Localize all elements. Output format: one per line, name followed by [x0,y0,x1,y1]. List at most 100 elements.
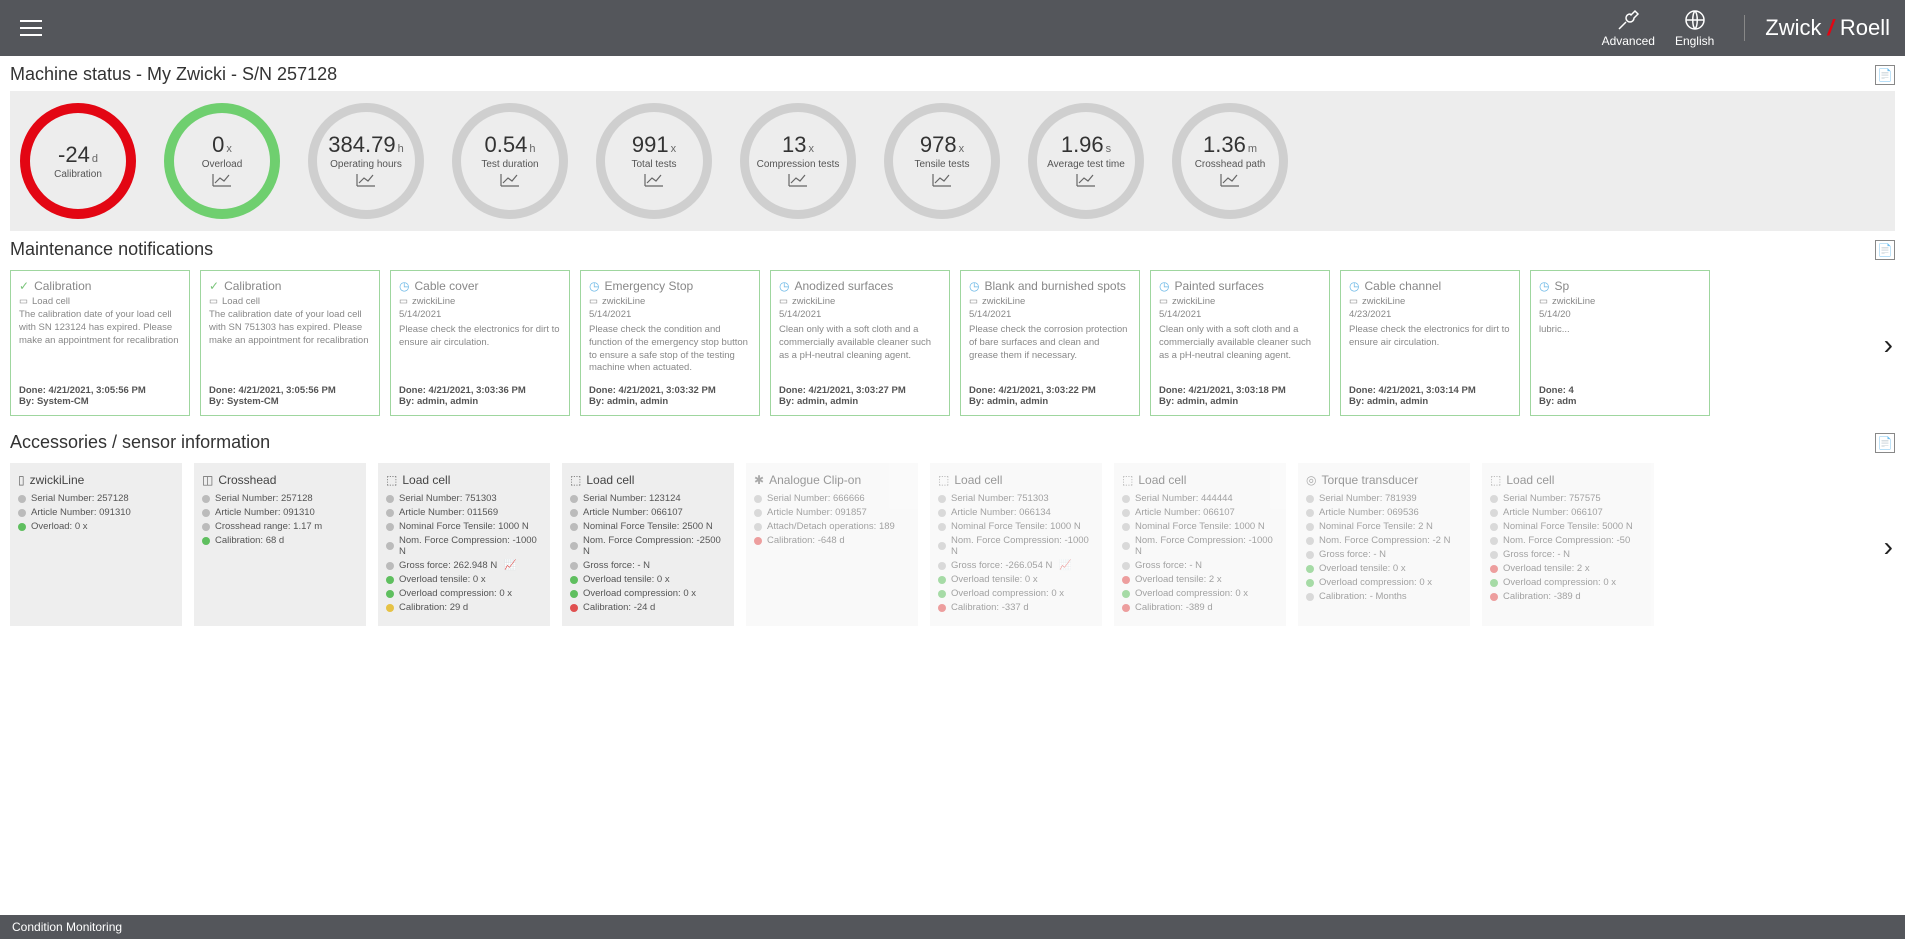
notifications-row: ✓Calibration▭Load cellThe calibration da… [10,266,1895,424]
gauge-total-tests[interactable]: 991xTotal tests [596,103,712,219]
logo: Zwick / Roell [1744,15,1890,41]
accessories-next-button[interactable]: › [1884,531,1893,563]
status-dot [386,562,394,570]
status-dot [18,495,26,503]
status-dot [754,495,762,503]
accessory-row: Calibration: -389 d [1122,602,1278,613]
status-dot [1306,495,1314,503]
accessory-row: Overload compression: 0 x [1306,577,1462,588]
accessory-row: Overload tensile: 2 x [1122,574,1278,585]
accessory-row: Overload compression: 0 x [1490,577,1646,588]
clock-icon: ◷ [1159,279,1169,293]
accessory-card[interactable]: ▯zwickiLineSerial Number: 257128Article … [10,463,182,626]
clock-icon: ◷ [1349,279,1359,293]
status-dot [570,495,578,503]
accessory-row: Calibration: 68 d [202,535,358,546]
accessory-row: Serial Number: 444444 [1122,493,1278,504]
menu-button[interactable] [15,10,47,46]
status-dot [1122,542,1130,550]
logo-right: Roell [1840,15,1890,40]
accessory-row: Article Number: 091310 [18,507,174,518]
accessory-card[interactable]: ⬚Load cellSerial Number: 751303Article N… [378,463,550,626]
gauge-tensile-tests[interactable]: 978xTensile tests [884,103,1000,219]
status-dot [1306,593,1314,601]
gauge-crosshead-path[interactable]: 1.36mCrosshead path [1172,103,1288,219]
accessory-card[interactable]: ⬚Load cellSerial Number: 444444Article N… [1114,463,1286,626]
advanced-button[interactable]: Advanced [1602,8,1655,48]
language-button[interactable]: English [1675,8,1714,48]
accessory-card[interactable]: ⬚Load cellSerial Number: 751303Article N… [930,463,1102,626]
chart-icon [212,173,232,190]
status-dot [570,542,578,550]
status-dot [938,509,946,517]
notification-card[interactable]: ◷Cable cover▭zwickiLine5/14/2021Please c… [390,270,570,416]
accessory-row: Serial Number: 123124 [570,493,726,504]
status-dot [1490,593,1498,601]
accessory-row: Calibration: - Months [1306,591,1462,602]
notification-card[interactable]: ◷Blank and burnished spots▭zwickiLine5/1… [960,270,1140,416]
notifications-section: Maintenance notifications 📄 ✓Calibration… [0,231,1905,424]
status-dot [1306,537,1314,545]
accessory-card[interactable]: ✱Analogue Clip-onSerial Number: 666666Ar… [746,463,918,626]
status-dot [18,523,26,531]
notification-card[interactable]: ◷Painted surfaces▭zwickiLine5/14/2021Cle… [1150,270,1330,416]
notification-card[interactable]: ✓Calibration▭Load cellThe calibration da… [200,270,380,416]
chart-icon [500,173,520,190]
accessory-row: Overload tensile: 0 x [938,574,1094,585]
device-icon: ▭ [19,296,28,307]
globe-icon [1683,8,1707,32]
status-dot [386,495,394,503]
accessory-row: Article Number: 066107 [1490,507,1646,518]
status-dot [18,509,26,517]
clipon-icon: ✱ [754,473,764,487]
accessory-card[interactable]: ⬚Load cellSerial Number: 757575Article N… [1482,463,1654,626]
notifications-next-button[interactable]: › [1884,329,1893,361]
accessory-card[interactable]: ⬚Load cellSerial Number: 123124Article N… [562,463,734,626]
gauges-row: -24dCalibration0xOverload384.79hOperatin… [10,91,1895,231]
accessory-row: Serial Number: 757575 [1490,493,1646,504]
status-dot [938,604,946,612]
device-icon: ▭ [1539,296,1548,307]
status-dot [1122,495,1130,503]
accessory-row: Nom. Force Compression: -1000 N [938,535,1094,557]
notifications-title: Maintenance notifications [10,239,213,260]
gauge-average-test-time[interactable]: 1.96sAverage test time [1028,103,1144,219]
accessory-row: Serial Number: 257128 [18,493,174,504]
status-dot [386,509,394,517]
accessories-export-button[interactable]: 📄 [1875,433,1895,453]
gauge-compression-tests[interactable]: 13xCompression tests [740,103,856,219]
accessory-card[interactable]: ◎Torque transducerSerial Number: 781939A… [1298,463,1470,626]
status-export-button[interactable]: 📄 [1875,65,1895,85]
status-dot [570,562,578,570]
status-dot [1490,523,1498,531]
accessory-row: Nominal Force Tensile: 1000 N [1122,521,1278,532]
status-dot [938,542,946,550]
notification-card[interactable]: ◷Anodized surfaces▭zwickiLine5/14/2021Cl… [770,270,950,416]
status-dot [1122,604,1130,612]
accessory-row: Serial Number: 751303 [938,493,1094,504]
accessories-section: Accessories / sensor information 📄 ▯zwic… [0,424,1905,634]
gauge-overload[interactable]: 0xOverload [164,103,280,219]
status-dot [1490,579,1498,587]
gauge-operating-hours[interactable]: 384.79hOperating hours [308,103,424,219]
accessory-row: Serial Number: 751303 [386,493,542,504]
topbar-right: Advanced English Zwick / Roell [1602,8,1890,48]
loadcell-icon: ⬚ [1122,473,1133,487]
gauge-calibration[interactable]: -24dCalibration [20,103,136,219]
crosshead-icon: ◫ [202,473,213,487]
notification-card[interactable]: ◷Cable channel▭zwickiLine4/23/2021Please… [1340,270,1520,416]
gauge-test-duration[interactable]: 0.54hTest duration [452,103,568,219]
clock-icon: ◷ [1539,279,1549,293]
accessory-row: Overload compression: 0 x [570,588,726,599]
status-dot [1490,537,1498,545]
torque-icon: ◎ [1306,473,1316,487]
loadcell-icon: ⬚ [386,473,397,487]
notification-card[interactable]: ✓Calibration▭Load cellThe calibration da… [10,270,190,416]
notifications-export-button[interactable]: 📄 [1875,240,1895,260]
accessory-card[interactable]: ◫CrossheadSerial Number: 257128Article N… [194,463,366,626]
notification-card[interactable]: ◷Emergency Stop▭zwickiLine5/14/2021Pleas… [580,270,760,416]
notification-card[interactable]: ◷Sp▭zwickiLine5/14/20lubric...Done: 4By:… [1530,270,1710,416]
status-dot [202,509,210,517]
accessory-row: Calibration: -337 d [938,602,1094,613]
status-dot [570,509,578,517]
